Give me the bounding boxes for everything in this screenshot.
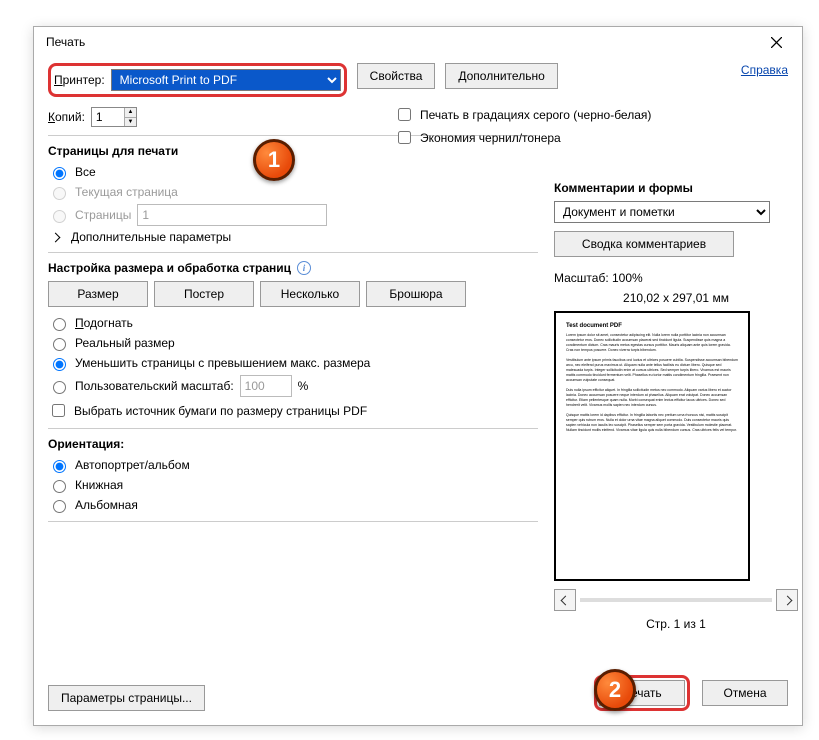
copies-label: Копий: [48,110,85,124]
comments-select[interactable]: Документ и пометки [554,201,770,223]
advanced-button[interactable]: Дополнительно [445,63,557,89]
percent-label: % [298,379,309,393]
spin-up-icon[interactable]: ▲ [124,108,136,118]
fit-radio[interactable]: Подогнать [48,315,538,331]
comments-section-title: Комментарии и формы [554,181,798,195]
next-page-button[interactable] [776,589,798,611]
grayscale-checkbox[interactable]: Печать в градациях серого (черно-белая) [394,105,651,124]
page-preview: Test document PDF Lorem ipsum dolor sit … [554,311,750,581]
paper-source-checkbox[interactable]: Выбрать источник бумаги по размеру стран… [48,401,538,420]
comments-summary-button[interactable]: Сводка комментариев [554,231,734,257]
orient-portrait-radio[interactable]: Книжная [48,477,538,493]
titlebar: Печать [34,27,802,57]
chevron-right-icon [782,595,792,605]
properties-button[interactable]: Свойства [357,63,436,89]
poster-button[interactable]: Постер [154,281,254,307]
copies-stepper[interactable]: ▲▼ [91,107,137,127]
spin-down-icon[interactable]: ▼ [124,118,136,127]
orient-auto-radio[interactable]: Автопортрет/альбом [48,457,538,473]
prev-page-button[interactable] [554,589,576,611]
pages-more-toggle[interactable]: Дополнительные параметры [52,230,538,244]
printer-select[interactable]: Microsoft Print to PDF [111,69,341,91]
custom-scale-input[interactable] [240,375,292,397]
actual-radio[interactable]: Реальный размер [48,335,538,351]
cancel-button[interactable]: Отмена [702,680,788,706]
help-link[interactable]: Справка [741,63,788,77]
caret-right-icon [51,232,61,242]
custom-scale-radio[interactable]: Пользовательский масштаб: [48,378,234,394]
print-dialog: Печать Принтер: Microsoft Print to PDF С… [33,26,803,726]
page-dimensions: 210,02 x 297,01 мм [554,291,798,305]
booklet-button[interactable]: Брошюра [366,281,466,307]
shrink-radio[interactable]: Уменьшить страницы с превышением макс. р… [48,355,538,371]
annotation-badge-2: 2 [594,669,636,711]
page-indicator: Стр. 1 из 1 [554,617,798,631]
sizing-section-title: Настройка размера и обработка страниц [48,261,291,275]
pages-current-radio[interactable]: Текущая страница [48,184,538,200]
printer-label: Принтер: [54,73,105,87]
annotation-badge-1: 1 [253,139,295,181]
page-slider[interactable] [580,598,772,602]
page-setup-button[interactable]: Параметры страницы... [48,685,205,711]
multiple-button[interactable]: Несколько [260,281,360,307]
scale-label: Масштаб: 100% [554,271,798,285]
ink-economy-checkbox[interactable]: Экономия чернил/тонера [394,128,651,147]
orient-landscape-radio[interactable]: Альбомная [48,497,538,513]
size-button[interactable]: Размер [48,281,148,307]
chevron-left-icon [560,595,570,605]
pages-range-radio[interactable]: Страницы [48,207,131,223]
pages-range-input[interactable] [137,204,327,226]
window-title: Печать [46,35,758,49]
info-icon[interactable]: i [297,261,311,275]
orientation-title: Ориентация: [48,437,538,451]
close-icon[interactable] [758,29,794,55]
